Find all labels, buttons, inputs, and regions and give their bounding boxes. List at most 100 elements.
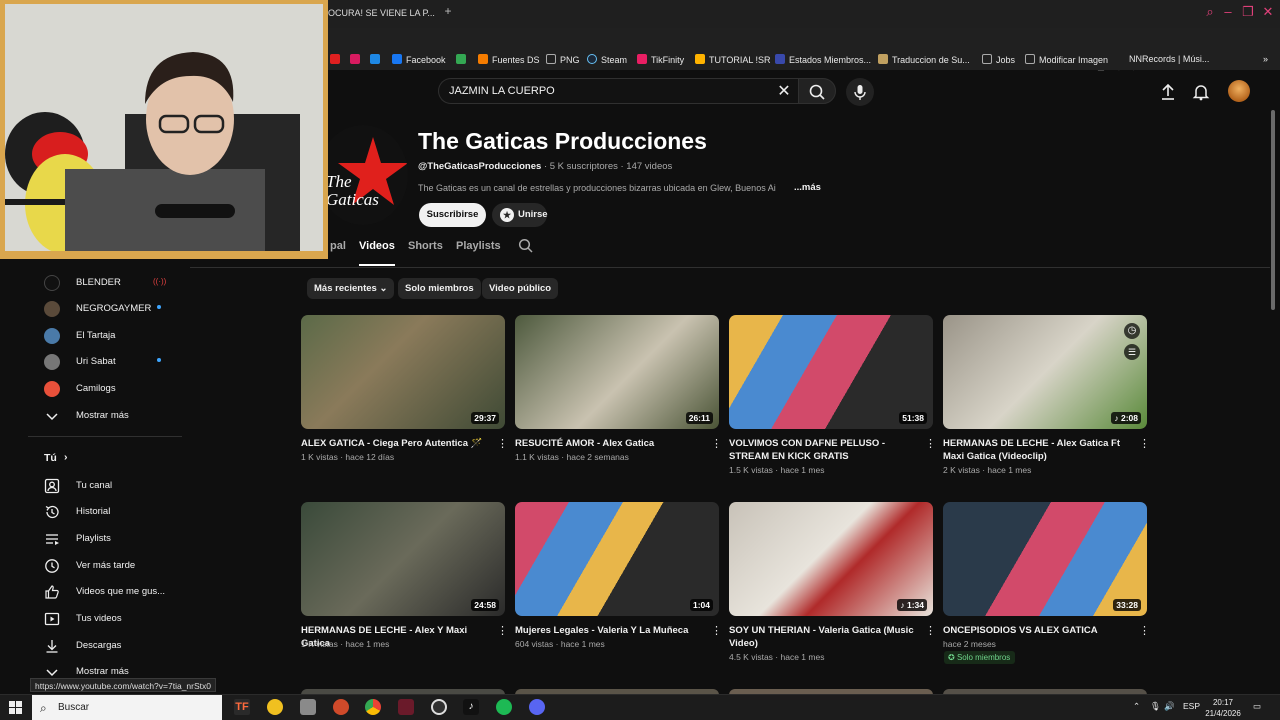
sidebar-item-negrogaymer[interactable]: NEGROGAYMER [44,300,184,320]
sidebar-item-history[interactable]: Historial [44,503,184,523]
bookmark-modificar-imagen[interactable]: Modificar Imagen [1025,54,1108,65]
account-avatar[interactable] [1228,80,1250,102]
more-options-icon[interactable]: ⋮ [925,438,936,450]
video-title[interactable]: HERMANAS DE LECHE - Alex Gatica Ft Maxi … [943,437,1131,463]
video-card[interactable]: 24:58 HERMANAS DE LECHE - Alex Y Maxi Gat… [301,502,508,672]
bookmark-tikfinity[interactable]: TikFinity [637,54,684,65]
language-indicator[interactable]: ESP [1183,701,1200,711]
bookmark-icon-3[interactable] [370,54,384,65]
bookmark-drive-icon[interactable] [456,54,470,65]
tray-chevron-icon[interactable]: ⌃ [1133,701,1140,712]
sidebar-you-heading[interactable]: Tú › [44,450,184,470]
windows-start-icon[interactable] [9,701,22,719]
video-card[interactable]: 51:38 VOLVIMOS CON DAFNE PELUSO - STREAM … [729,315,936,485]
app-icon[interactable] [300,699,316,715]
voice-search-button[interactable] [846,78,874,106]
microphone-tray-icon[interactable]: 🎙 [1150,701,1161,712]
coin-app-icon[interactable] [267,699,283,715]
browser-tab[interactable]: ¡LOCURA! SE VIENE LA P... [320,4,440,24]
bookmark-fuentes-ds[interactable]: Fuentes DS [478,54,540,65]
tiktok-app-icon[interactable]: ♪ [463,699,479,715]
sidebar-item-watch-later[interactable]: Ver más tarde [44,557,184,577]
bookmark-facebook[interactable]: Facebook [392,54,446,65]
video-thumbnail[interactable]: ♪ 2:08 [943,315,1147,429]
more-options-icon[interactable]: ⋮ [1139,625,1150,637]
browser-app-icon[interactable] [398,699,414,715]
youtube-bookmark-icon[interactable] [330,54,344,65]
sidebar-item-blender[interactable]: BLENDER ((·)) [44,274,184,294]
taskbar-clock[interactable]: 20:17 21/4/2026 [1200,697,1246,719]
clear-search-icon[interactable]: ✕ [776,81,792,101]
sidebar-item-your-videos[interactable]: Tus videos [44,610,184,630]
spotify-app-icon[interactable] [496,699,512,715]
bookmark-tutorial-sr[interactable]: TUTORIAL !SR [695,54,771,65]
video-thumbnail[interactable]: 26:11 [515,315,719,429]
watch-later-icon[interactable]: ◷ [1124,323,1140,339]
bookmark-icon-2[interactable] [350,54,364,65]
minimize-icon[interactable]: – [1218,4,1238,19]
video-title[interactable]: RESUCITÉ AMOR - Alex Gatica [515,437,703,450]
video-card[interactable]: ♪ 2:08 HERMANAS DE LECHE - Alex Gatica Ft… [943,315,1150,485]
search-input[interactable]: JAZMIN LA CUERPO [438,78,798,104]
video-thumbnail[interactable]: 29:37 [301,315,505,429]
video-title[interactable]: ONCEPISODIOS VS ALEX GATICA [943,624,1131,637]
sidebar-item-downloads[interactable]: Descargas [44,637,184,657]
sidebar-item-playlists[interactable]: Playlists [44,530,184,550]
video-thumbnail[interactable]: 24:58 [301,502,505,616]
tikfinity-app-icon[interactable]: TF [234,699,250,715]
add-to-queue-icon[interactable]: ☰ [1124,344,1140,360]
sidebar-item-el-tartaja[interactable]: El Tartaja [44,327,184,347]
video-title[interactable]: SOY UN THERIAN - Valeria Gatica (Music V… [729,624,917,650]
sidebar-item-your-channel[interactable]: Tu canal [44,477,184,497]
search-button[interactable] [798,78,836,104]
video-thumbnail[interactable]: 1:04 [515,502,719,616]
more-options-icon[interactable]: ⋮ [711,625,722,637]
tab-videos[interactable]: Videos [359,240,395,266]
obs-app-icon[interactable] [431,699,447,715]
video-thumbnail[interactable]: ♪ 1:34 [729,502,933,616]
bookmark-png[interactable]: PNG [546,54,580,65]
search-tabs-icon[interactable]: ⌕ [1200,4,1220,20]
bookmarks-overflow-icon[interactable]: » [1263,54,1268,64]
more-options-icon[interactable]: ⋮ [711,438,722,450]
subscribe-button[interactable]: Suscribirse [419,203,486,227]
page-scrollbar[interactable] [1271,110,1275,310]
taskbar-search[interactable]: ⌕ Buscar [32,695,222,720]
channel-description[interactable]: The Gaticas es un canal de estrellas y p… [418,183,790,193]
bookmark-jobs[interactable]: Jobs [982,54,1015,65]
chip-public-video[interactable]: Video público [482,278,559,299]
channel-search-icon[interactable] [518,238,534,264]
bookmark-nnrecords[interactable]: NNRecords | Músi... [1129,54,1209,64]
chip-members-only[interactable]: Solo miembros [398,278,481,299]
description-more-link[interactable]: ...más [794,182,821,193]
sidebar-item-camilogs[interactable]: Camilogs [44,380,184,400]
chip-most-recent[interactable]: Más recientes ⌄ [307,278,395,299]
video-thumbnail[interactable]: 51:38 [729,315,933,429]
close-window-icon[interactable]: ✕ [1258,4,1278,20]
sidebar-item-uri-sabat[interactable]: Uri Sabat [44,353,184,373]
video-title[interactable]: ALEX GATICA - Ciega Pero Autentica 🪄 [301,437,489,450]
video-title[interactable]: VOLVIMOS CON DAFNE PELUSO - STREAM EN KI… [729,437,917,463]
volume-icon[interactable]: 🔊 [1164,701,1175,712]
upload-icon[interactable] [1158,82,1178,102]
bookmark-traduccion[interactable]: Traduccion de Su... [878,54,970,65]
sidebar-show-more-subs[interactable]: Mostrar más [44,407,184,427]
discord-app-icon[interactable] [529,699,545,715]
more-options-icon[interactable]: ⋮ [925,625,936,637]
chrome-app-icon[interactable] [365,699,381,715]
sidebar-item-liked-videos[interactable]: Videos que me gus... [44,583,184,603]
video-card[interactable]: 33:28 ONCEPISODIOS VS ALEX GATICA hace 2 m… [943,502,1150,672]
video-title[interactable]: Mujeres Legales - Valeria Y La Muñeca [515,624,703,637]
notifications-bell-icon[interactable] [1191,82,1211,102]
notifications-icon[interactable]: ▭ [1253,701,1261,712]
bookmark-estados-miembros[interactable]: Estados Miembros... [775,54,871,65]
tab-playlists[interactable]: Playlists [456,240,501,266]
more-options-icon[interactable]: ⋮ [1139,438,1150,450]
tab-shorts[interactable]: Shorts [408,240,443,266]
tab-home[interactable]: pal [330,240,346,266]
video-card[interactable]: 29:37 ALEX GATICA - Ciega Pero Autentica … [301,315,508,485]
new-tab-icon[interactable]: + [440,4,456,18]
video-card[interactable]: 26:11 RESUCITÉ AMOR - Alex Gatica 1.1 K vi… [515,315,722,485]
video-card[interactable]: 1:04 Mujeres Legales - Valeria Y La Muñec… [515,502,722,672]
more-options-icon[interactable]: ⋮ [497,438,508,450]
